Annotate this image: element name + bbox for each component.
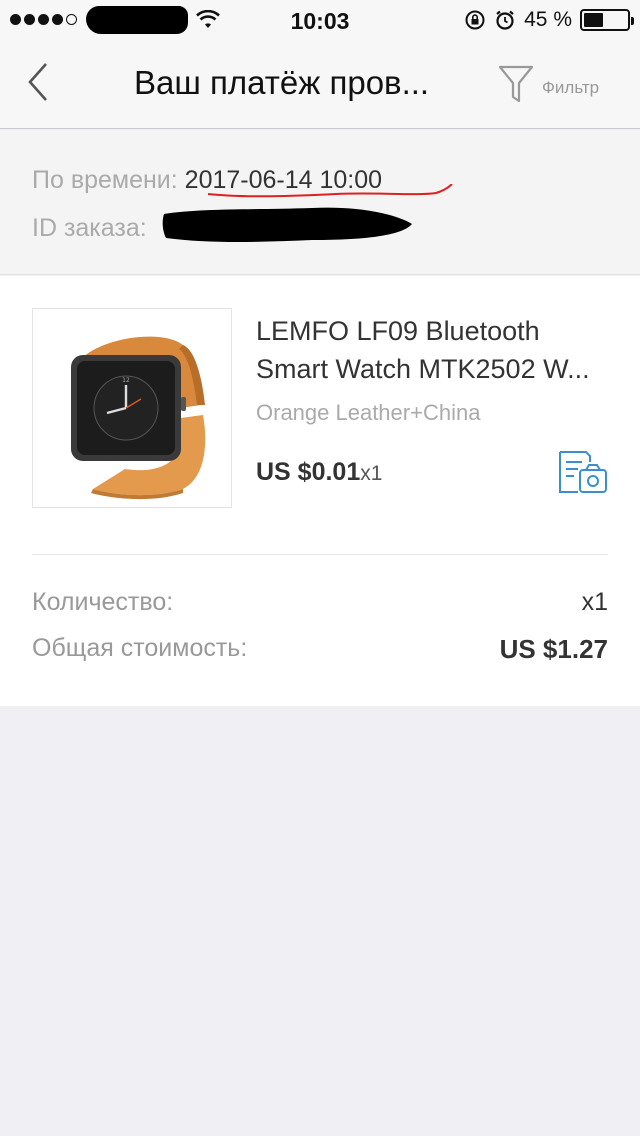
alarm-icon bbox=[496, 10, 514, 30]
product-title[interactable]: LEMFO LF09 Bluetooth Smart Watch MTK2502… bbox=[256, 312, 616, 388]
quantity-label: Количество: bbox=[32, 588, 174, 616]
battery-percent: 45 % bbox=[524, 8, 572, 31]
svg-text:12: 12 bbox=[122, 377, 130, 384]
product-quantity: x1 bbox=[360, 462, 383, 485]
page-title: Ваш платёж пров... bbox=[134, 64, 430, 101]
top-bar: 10:03 45 % Ваш платёж пров... Фильтр bbox=[0, 0, 640, 129]
filter-button[interactable]: Фильтр bbox=[498, 64, 599, 104]
funnel-icon bbox=[498, 65, 534, 103]
snapshot-icon[interactable] bbox=[556, 448, 608, 496]
total-row: Общая стоимость: US $1.27 bbox=[32, 634, 608, 665]
product-price: US $0.01 bbox=[256, 458, 361, 486]
status-bar: 10:03 45 % bbox=[0, 0, 640, 40]
product-image[interactable]: 12 bbox=[32, 308, 232, 508]
quantity-row: Количество: x1 bbox=[32, 588, 608, 617]
rotation-lock-icon bbox=[465, 10, 485, 30]
nav-bar: Ваш платёж пров... Фильтр bbox=[0, 40, 640, 128]
back-chevron-icon[interactable] bbox=[24, 60, 54, 104]
order-id-redaction bbox=[162, 207, 412, 242]
order-id-label: ID заказа: bbox=[32, 214, 147, 242]
battery-icon bbox=[580, 9, 634, 31]
order-id-row: ID заказа: bbox=[32, 214, 147, 243]
total-value: US $1.27 bbox=[499, 634, 608, 664]
red-underline-annotation bbox=[207, 184, 453, 198]
order-info: По времени: 2017-06-14 10:00 ID заказа: bbox=[0, 130, 640, 275]
product-card[interactable]: 12 LEMFO LF09 Bluetooth Smart Watch MTK2… bbox=[0, 276, 640, 706]
product-price-row: US $0.01x1 bbox=[256, 458, 382, 487]
product-variant: Orange Leather+China bbox=[256, 400, 481, 425]
quantity-value: x1 bbox=[581, 588, 608, 616]
divider bbox=[32, 554, 608, 555]
total-label: Общая стоимость: bbox=[32, 634, 248, 662]
time-label: По времени: bbox=[32, 166, 178, 194]
filter-label: Фильтр bbox=[542, 78, 600, 97]
smartwatch-image: 12 bbox=[71, 336, 206, 500]
